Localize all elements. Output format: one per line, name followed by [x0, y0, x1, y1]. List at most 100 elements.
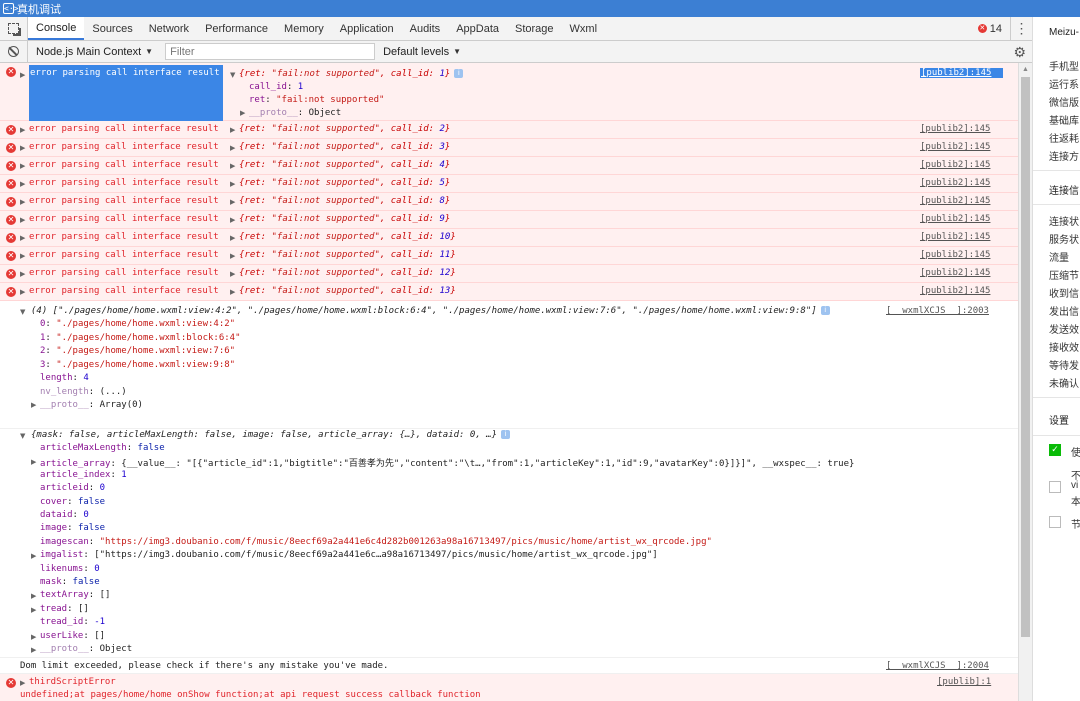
- expand-arrow-icon[interactable]: ▶: [31, 401, 36, 409]
- console-error-row[interactable]: ✕ ▶ error parsing call interface result ▶ {r…: [0, 157, 1018, 175]
- error-object-summary[interactable]: {ret: "fail:not supported", call_id: 10}: [239, 232, 456, 242]
- console-error-row[interactable]: ✕ ▶ error parsing call interface result ▶ {r…: [0, 265, 1018, 283]
- tab-wxml[interactable]: Wxml: [562, 17, 606, 40]
- tab-appdata[interactable]: AppData: [448, 17, 507, 40]
- console-error-row[interactable]: ✕ ▶ error parsing call interface result …: [0, 63, 1018, 121]
- expand-arrow-icon[interactable]: ▶: [240, 109, 245, 117]
- scrollbar-thumb[interactable]: [1021, 77, 1030, 637]
- source-link[interactable]: [publib2]:145: [920, 142, 990, 152]
- expand-arrow-icon[interactable]: ▶: [20, 162, 25, 170]
- log-levels-dropdown[interactable]: Default levels ▼: [383, 46, 461, 58]
- expand-arrow-icon[interactable]: ▶: [230, 180, 235, 188]
- tab-performance[interactable]: Performance: [197, 17, 276, 40]
- object-property[interactable]: imgalist: ["https://img3.doubanio.com/f/…: [40, 550, 658, 560]
- error-object-summary[interactable]: {ret: "fail:not supported", call_id: 11}: [239, 250, 456, 260]
- console-error-row[interactable]: ✕ ▶ error parsing call interface result ▶ {r…: [0, 229, 1018, 247]
- expand-arrow-icon[interactable]: ▶: [20, 71, 25, 79]
- console-error-row[interactable]: ✕ ▶ thirdScriptError undefined;at pages/…: [0, 674, 1018, 701]
- expand-arrow-icon[interactable]: ▶: [20, 679, 25, 687]
- context-selector[interactable]: Node.js Main Context ▼: [27, 41, 159, 62]
- expand-arrow-icon[interactable]: ▶: [230, 234, 235, 242]
- expand-arrow-icon[interactable]: ▶: [20, 288, 25, 296]
- expand-arrow-icon[interactable]: ▶: [31, 633, 36, 641]
- tab-network[interactable]: Network: [141, 17, 197, 40]
- console-log-object[interactable]: ▼ {mask: false, articleMaxLength: false,…: [0, 429, 1018, 658]
- console-error-row[interactable]: ✕ ▶ error parsing call interface result ▶ {r…: [0, 121, 1018, 139]
- console-log-dom-limit[interactable]: Dom limit exceeded, please check if ther…: [0, 658, 1018, 674]
- error-object-summary[interactable]: {ret: "fail:not supported", call_id: 13}: [239, 286, 456, 296]
- inspect-element-button[interactable]: [0, 17, 28, 40]
- error-object-summary[interactable]: {ret: "fail:not supported", call_id: 9}: [239, 214, 450, 224]
- expand-arrow-icon[interactable]: ▶: [230, 162, 235, 170]
- setting-checkbox[interactable]: ✓: [1049, 444, 1061, 456]
- tab-storage[interactable]: Storage: [507, 17, 562, 40]
- expand-arrow-icon[interactable]: ▶: [230, 126, 235, 134]
- console-error-row[interactable]: ✕ ▶ error parsing call interface result ▶ {r…: [0, 175, 1018, 193]
- source-link[interactable]: [publib2]:145: [920, 160, 990, 170]
- source-link[interactable]: [publib2]:145: [920, 178, 990, 188]
- expand-arrow-icon[interactable]: ▶: [31, 592, 36, 600]
- error-count-badge[interactable]: ✕ 14: [977, 17, 1010, 40]
- tab-memory[interactable]: Memory: [276, 17, 332, 40]
- error-object-summary[interactable]: {ret: "fail:not supported", call_id: 4}: [239, 160, 450, 170]
- console-error-row[interactable]: ✕ ▶ error parsing call interface result ▶ {r…: [0, 283, 1018, 301]
- source-link[interactable]: [publib2]:145: [920, 214, 990, 224]
- console-scrollbar[interactable]: ▲: [1018, 63, 1032, 701]
- expand-arrow-icon[interactable]: ▶: [31, 606, 36, 614]
- source-link[interactable]: [publib]:1: [937, 677, 991, 687]
- expand-arrow-icon[interactable]: ▶: [20, 126, 25, 134]
- console-log-array[interactable]: ▼ (4) ["./pages/home/home.wxml:view:4:2"…: [0, 301, 1018, 429]
- setting-checkbox[interactable]: [1049, 481, 1061, 493]
- error-object-summary[interactable]: {ret: "fail:not supported", call_id: 1} i: [239, 69, 464, 79]
- object-property[interactable]: tread: []: [40, 604, 89, 614]
- tab-audits[interactable]: Audits: [402, 17, 449, 40]
- console-error-row[interactable]: ✕ ▶ error parsing call interface result ▶ {r…: [0, 193, 1018, 211]
- source-link[interactable]: [publib2]:145: [920, 124, 990, 134]
- source-link[interactable]: [__wxmlXCJS__]:2004: [886, 661, 989, 671]
- expand-arrow-icon[interactable]: ▶: [230, 270, 235, 278]
- source-link[interactable]: [__wxmlXCJS__]:2003: [886, 306, 989, 316]
- object-property[interactable]: __proto__: Object: [40, 644, 132, 654]
- collapse-arrow-icon[interactable]: ▼: [20, 308, 25, 316]
- object-property[interactable]: userLike: []: [40, 631, 105, 641]
- expand-arrow-icon[interactable]: ▶: [20, 270, 25, 278]
- expand-arrow-icon[interactable]: ▶: [20, 180, 25, 188]
- source-link[interactable]: [publib2]:145: [920, 286, 990, 296]
- console-error-row[interactable]: ✕ ▶ error parsing call interface result ▶ {r…: [0, 211, 1018, 229]
- expand-arrow-icon[interactable]: ▶: [230, 252, 235, 260]
- expand-arrow-icon[interactable]: ▶: [230, 198, 235, 206]
- expand-arrow-icon[interactable]: ▶: [31, 552, 36, 560]
- source-link[interactable]: [publib2]:145: [920, 232, 990, 242]
- source-link[interactable]: [publib2]:145: [920, 196, 990, 206]
- expand-arrow-icon[interactable]: ▶: [31, 458, 36, 466]
- error-object-summary[interactable]: {ret: "fail:not supported", call_id: 2}: [239, 124, 450, 134]
- tab-console[interactable]: Console: [28, 17, 85, 40]
- expand-arrow-icon[interactable]: ▶: [31, 646, 36, 654]
- error-object-summary[interactable]: {ret: "fail:not supported", call_id: 5}: [239, 178, 450, 188]
- expand-arrow-icon[interactable]: ▶: [20, 252, 25, 260]
- collapse-arrow-icon[interactable]: ▼: [20, 432, 25, 440]
- console-error-row[interactable]: ✕ ▶ error parsing call interface result ▶ {r…: [0, 247, 1018, 265]
- setting-checkbox[interactable]: [1049, 516, 1061, 528]
- object-property[interactable]: article_array: {__value__: "[{"article_i…: [40, 456, 854, 469]
- expand-arrow-icon[interactable]: ▶: [230, 144, 235, 152]
- object-property[interactable]: textArray: []: [40, 590, 110, 600]
- error-object-summary[interactable]: {ret: "fail:not supported", call_id: 12}: [239, 268, 456, 278]
- scroll-up-arrow-icon[interactable]: ▲: [1019, 63, 1032, 77]
- expand-arrow-icon[interactable]: ▶: [20, 234, 25, 242]
- filter-input[interactable]: [165, 43, 376, 60]
- expand-arrow-icon[interactable]: ▶: [230, 216, 235, 224]
- console-error-row[interactable]: ✕ ▶ error parsing call interface result ▶ {r…: [0, 139, 1018, 157]
- expand-arrow-icon[interactable]: ▶: [20, 144, 25, 152]
- gear-icon[interactable]: ⚙: [1013, 44, 1026, 60]
- expand-arrow-icon[interactable]: ▶: [20, 198, 25, 206]
- tab-application[interactable]: Application: [332, 17, 402, 40]
- source-link[interactable]: [publib2]:145: [920, 68, 1004, 78]
- tab-sources[interactable]: Sources: [84, 17, 140, 40]
- source-link[interactable]: [publib2]:145: [920, 250, 990, 260]
- expand-arrow-icon[interactable]: ▶: [230, 288, 235, 296]
- error-object-summary[interactable]: {ret: "fail:not supported", call_id: 8}: [239, 196, 450, 206]
- error-object-summary[interactable]: {ret: "fail:not supported", call_id: 3}: [239, 142, 450, 152]
- source-link[interactable]: [publib2]:145: [920, 268, 990, 278]
- more-options-icon[interactable]: ⋮: [1010, 17, 1032, 40]
